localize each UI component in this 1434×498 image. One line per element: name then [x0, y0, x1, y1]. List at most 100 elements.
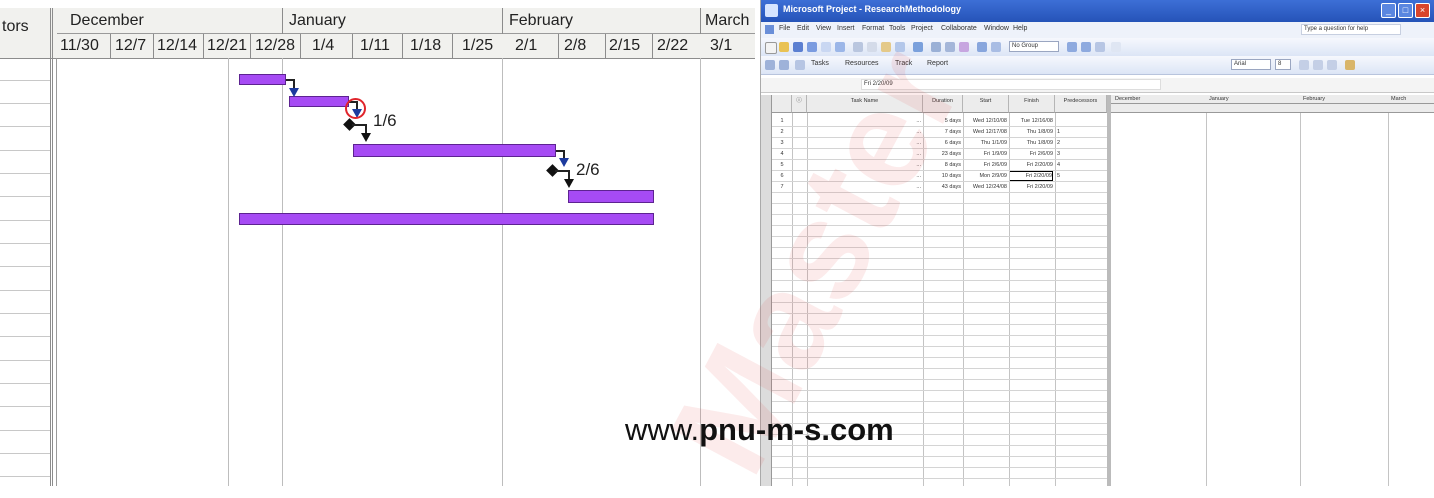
row-line [0, 336, 50, 337]
link-line [293, 79, 295, 88]
predecessor-cell[interactable]: 4 [1057, 160, 1105, 170]
indent-icon[interactable] [779, 60, 789, 70]
zoom-in-icon[interactable] [1067, 42, 1077, 52]
link-line [555, 170, 569, 172]
start-cell[interactable]: Fri 2/6/09 [963, 160, 1007, 170]
new-icon[interactable] [765, 42, 777, 54]
menu-collaborate[interactable]: Collaborate [941, 25, 977, 32]
predecessors-column [0, 58, 53, 486]
col-header-finish[interactable]: Finish [1009, 95, 1055, 113]
menu-tools[interactable]: Tools [889, 25, 905, 32]
row-line [0, 196, 50, 197]
finish-cell[interactable]: Thu 1/8/09 [1009, 138, 1053, 148]
link-tasks-icon[interactable] [931, 42, 941, 52]
task-bar-6[interactable] [568, 190, 654, 203]
split-icon[interactable] [959, 42, 969, 52]
week-separator [352, 34, 353, 58]
row-line [0, 80, 50, 81]
month-label: January [289, 12, 346, 29]
close-icon[interactable]: × [1415, 3, 1430, 18]
undo-icon[interactable] [913, 42, 923, 52]
menu-view[interactable]: View [816, 25, 831, 32]
font-dropdown[interactable]: Arial [1231, 59, 1271, 70]
row-line [0, 173, 50, 174]
predecessor-cell[interactable]: 1 [1057, 127, 1105, 137]
task-bar-7[interactable] [239, 213, 654, 225]
task-info-icon[interactable] [977, 42, 987, 52]
bold-icon[interactable] [1299, 60, 1309, 70]
unlink-icon[interactable] [945, 42, 955, 52]
minimize-icon[interactable]: _ [1381, 3, 1396, 18]
finish-cell[interactable]: Thu 1/8/09 [1009, 127, 1053, 137]
finish-cell[interactable]: Fri 2/6/09 [1009, 149, 1053, 159]
title-bar: Microsoft Project - ResearchMethodology … [761, 0, 1434, 22]
menu-window[interactable]: Window [984, 25, 1009, 32]
menu-edit[interactable]: Edit [797, 25, 809, 32]
task-bar-2[interactable] [289, 96, 349, 107]
gantt-month: January [1209, 96, 1229, 102]
week-separator [153, 34, 154, 58]
underline-icon[interactable] [1327, 60, 1337, 70]
col-header-id[interactable] [772, 95, 792, 113]
gantt-wizard-icon[interactable] [1345, 60, 1355, 70]
highlight-circle [345, 98, 366, 119]
group-dropdown[interactable]: No Group [1009, 41, 1059, 52]
italic-icon[interactable] [1313, 60, 1323, 70]
notes-icon[interactable] [991, 42, 1001, 52]
row-line [0, 220, 50, 221]
help-search-input[interactable]: Type a question for help [1301, 24, 1401, 35]
predecessor-cell[interactable]: 2 [1057, 138, 1105, 148]
grid-line [1009, 113, 1010, 486]
predecessor-cell[interactable] [1057, 116, 1105, 126]
month-separator [502, 8, 503, 34]
finish-cell[interactable]: Fri 2/20/09 [1009, 160, 1053, 170]
goto-task-icon[interactable] [1095, 42, 1105, 52]
row-line [0, 360, 50, 361]
print-icon[interactable] [807, 42, 817, 52]
link-arrowhead [361, 133, 371, 142]
start-cell[interactable]: Mon 2/9/09 [963, 171, 1007, 181]
start-cell[interactable]: Wed 12/24/08 [963, 182, 1007, 192]
start-cell[interactable]: Fri 1/9/09 [963, 149, 1007, 159]
week-separator [402, 34, 403, 58]
site-url: www.pnu-m-s.com [625, 412, 894, 448]
task-bar-1[interactable] [239, 74, 286, 85]
chart-border [56, 58, 57, 486]
gantt-month: February [1303, 96, 1326, 102]
font-size-dropdown[interactable]: 8 [1275, 59, 1291, 70]
window-title: Microsoft Project - ResearchMethodology [783, 4, 962, 14]
finish-cell[interactable]: Fri 2/20/09 [1009, 182, 1053, 192]
predecessor-cell[interactable]: 3 [1057, 149, 1105, 159]
row-line [0, 150, 50, 151]
save-icon[interactable] [793, 42, 803, 52]
task-bar-4[interactable] [353, 144, 556, 157]
maximize-icon[interactable]: □ [1398, 3, 1413, 18]
gantt-month-header: December January February March [1111, 95, 1434, 104]
outdent-icon[interactable] [765, 60, 775, 70]
help-icon[interactable] [1111, 42, 1121, 52]
predecessor-cell[interactable]: 5 [1057, 171, 1105, 181]
predecessor-cell[interactable] [1057, 182, 1105, 192]
finish-cell[interactable]: Tue 12/16/08 [1009, 116, 1053, 126]
preview-icon[interactable] [821, 42, 831, 52]
week-separator [652, 34, 653, 58]
split-bar[interactable] [1107, 95, 1111, 486]
zoom-out-icon[interactable] [1081, 42, 1091, 52]
week-label: 2/1 [515, 37, 538, 54]
week-label: 1/11 [360, 37, 390, 54]
week-separator [605, 34, 606, 58]
week-separator [203, 34, 204, 58]
menu-help[interactable]: Help [1013, 25, 1027, 32]
menu-project[interactable]: Project [911, 25, 933, 32]
col-header-predecessors[interactable]: Predecessors [1055, 95, 1107, 113]
row-line [0, 290, 50, 291]
menu-file[interactable]: File [779, 25, 790, 32]
finish-cell-selected[interactable]: Fri 2/20/09 [1009, 171, 1053, 181]
month-row-divider [57, 33, 755, 34]
milestone-label: 1/6 [373, 111, 397, 130]
predecessors-header-cell: tors [0, 8, 53, 58]
week-label: 1/4 [312, 37, 335, 54]
open-icon[interactable] [779, 42, 789, 52]
show-icon[interactable] [795, 60, 805, 70]
gantt-grid-line [1206, 113, 1207, 486]
